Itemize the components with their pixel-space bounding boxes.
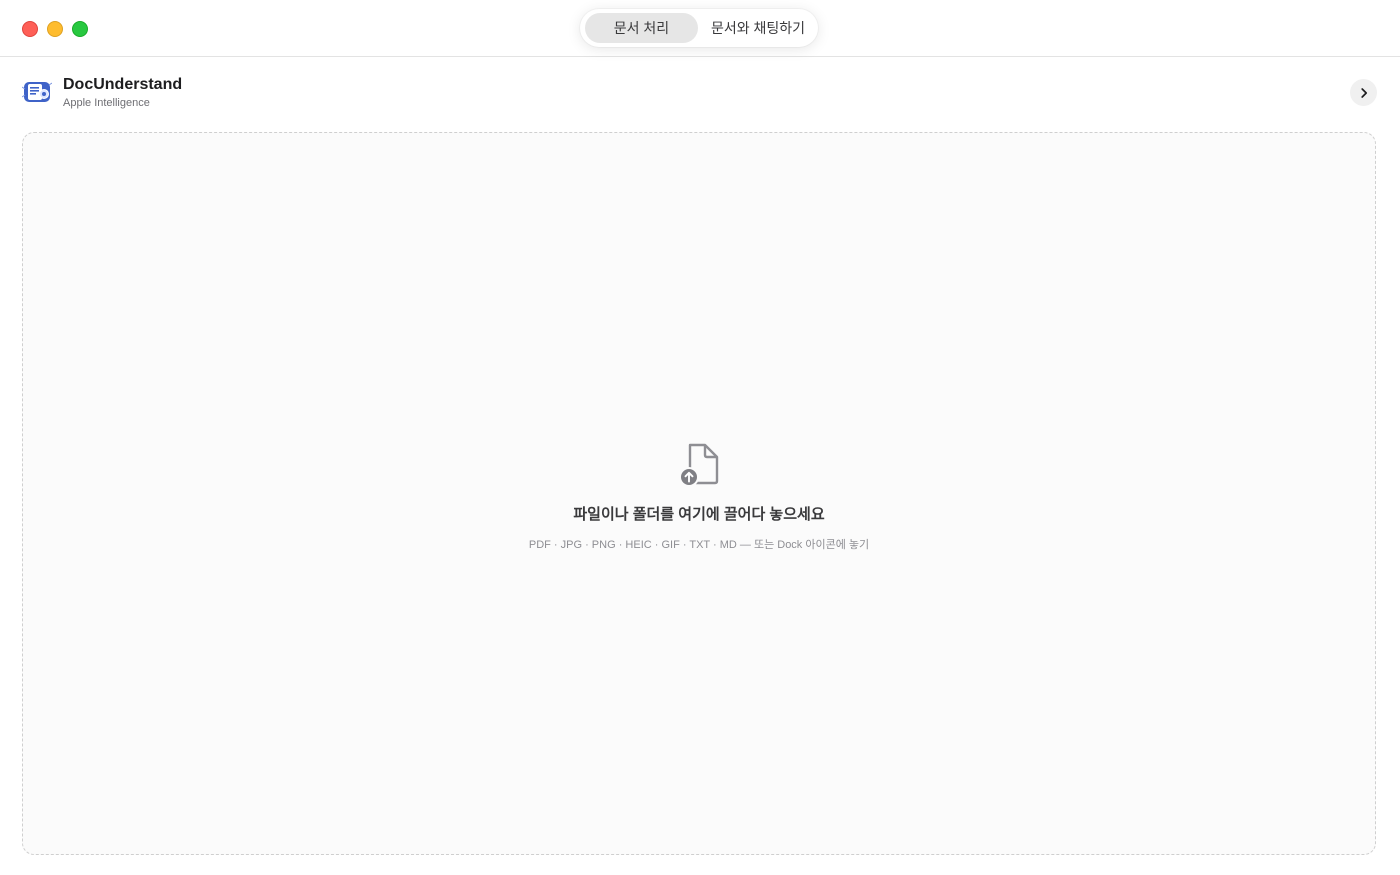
drop-zone-title: 파일이나 폴더를 여기에 끌어다 놓으세요 xyxy=(573,506,825,523)
tab-chat-with-documents[interactable]: 문서와 채팅하기 xyxy=(702,13,814,43)
docunderstand-app-icon xyxy=(21,79,53,105)
document-upload-icon xyxy=(677,442,721,488)
expand-panel-button[interactable] xyxy=(1350,79,1377,106)
app-name: DocUnderstand xyxy=(63,76,183,93)
supported-formats-text: PDF · JPG · PNG · HEIC · GIF · TXT · MD … xyxy=(528,539,870,551)
chevron-right-icon xyxy=(1360,87,1367,98)
tab-process-documents[interactable]: 문서 처리 xyxy=(585,13,698,43)
close-window-button[interactable] xyxy=(22,21,38,37)
file-drop-zone[interactable]: 파일이나 폴더를 여기에 끌어다 놓으세요 PDF · JPG · PNG · … xyxy=(22,132,1376,855)
zoom-window-button[interactable] xyxy=(72,21,88,37)
app-header: DocUnderstand Apple Intelligence xyxy=(0,57,1400,127)
mode-segmented-control: 문서 처리 문서와 채팅하기 xyxy=(580,9,818,47)
app-subtitle: Apple Intelligence xyxy=(63,97,150,109)
minimize-window-button[interactable] xyxy=(47,21,63,37)
title-bar: 문서 처리 문서와 채팅하기 xyxy=(0,0,1400,57)
app-window: 문서 처리 문서와 채팅하기 DocUnderstand Apple Intel… xyxy=(0,0,1400,875)
